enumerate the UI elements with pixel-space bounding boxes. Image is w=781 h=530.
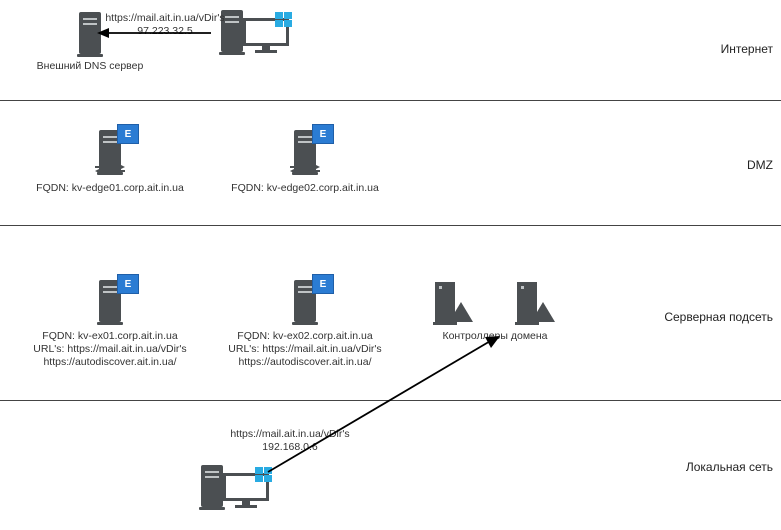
exchange-logo-icon: E (117, 274, 139, 294)
arrow-client-to-dns (95, 26, 215, 40)
edge02-node: E FQDN: kv-edge02.corp.ait.in.ua (225, 130, 385, 195)
edge01-fqdn: FQDN: kv-edge01.corp.ait.in.ua (30, 182, 190, 195)
zone-label-internet: Интернет (721, 42, 773, 56)
external-dns-caption: Внешний DNS сервер (20, 60, 160, 73)
edge-server-icon: E (99, 130, 121, 172)
edge01-node: E FQDN: kv-edge01.corp.ait.in.ua (30, 130, 190, 195)
transport-arrows-icon (93, 162, 127, 176)
exchange-logo-icon: E (312, 124, 334, 144)
zone-label-servers: Серверная подсеть (664, 310, 773, 324)
mailbox-server-icon: E (99, 280, 121, 322)
ex01-fqdn: FQDN: kv-ex01.corp.ait.in.ua (30, 330, 190, 343)
windows-logo-icon (275, 12, 293, 28)
zone-label-dmz: DMZ (747, 158, 773, 172)
ex01-node: E FQDN: kv-ex01.corp.ait.in.ua URL's: ht… (30, 280, 190, 369)
zone-label-lan: Локальная сеть (686, 460, 773, 474)
ex01-auto: https://autodiscover.ait.in.ua/ (30, 356, 190, 369)
domain-controller-icon (517, 282, 555, 322)
mailbox-server-icon: E (294, 280, 316, 322)
workstation-icon (201, 465, 268, 507)
edge-server-icon: E (294, 130, 316, 172)
transport-arrows-icon (288, 162, 322, 176)
ex01-url: URL's: https://mail.ait.in.ua/vDir's (30, 343, 190, 356)
exchange-logo-icon: E (117, 124, 139, 144)
arrow-lan-to-dc (260, 330, 510, 480)
edge02-fqdn: FQDN: kv-edge02.corp.ait.in.ua (225, 182, 385, 195)
workstation-icon (221, 10, 288, 52)
domain-controller-icon (435, 282, 473, 322)
exchange-logo-icon: E (312, 274, 334, 294)
